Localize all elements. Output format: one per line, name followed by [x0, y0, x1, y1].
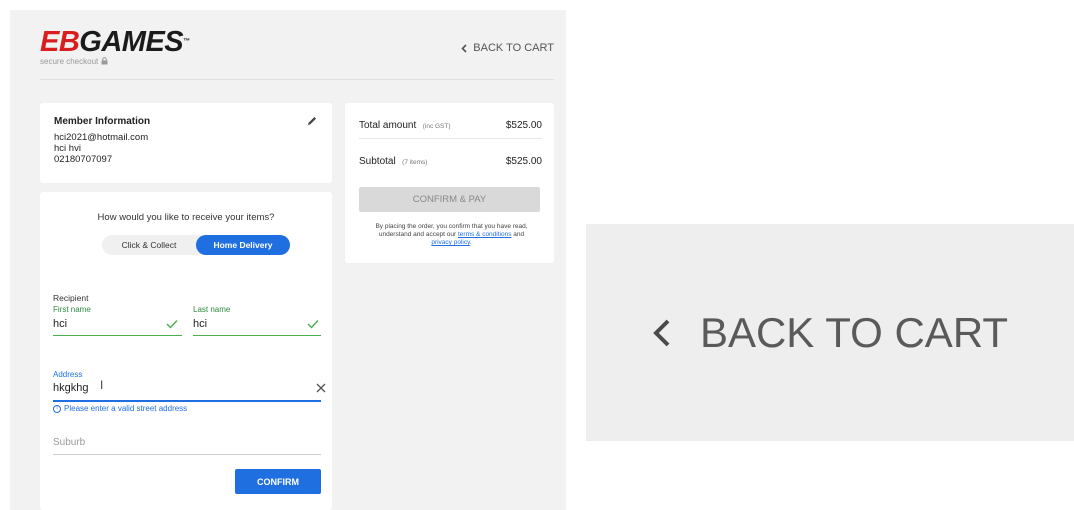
address-field[interactable]: hkgkhg: [53, 382, 88, 394]
address-error-text: Please enter a valid street address: [64, 404, 188, 413]
member-email: hci2021@hotmail.com: [54, 132, 149, 143]
terms-and-conditions-link[interactable]: terms & conditions: [458, 231, 511, 238]
subtotal-label: Subtotal: [359, 156, 396, 167]
logo-tm: ™: [183, 38, 190, 45]
first-name-underline: [53, 335, 182, 336]
click-and-collect-option[interactable]: Click & Collect: [102, 235, 196, 255]
last-name-underline: [193, 335, 321, 336]
total-amount-label: Total amount: [359, 120, 417, 131]
zoomed-back-to-cart-label: BACK TO CART: [699, 308, 1009, 356]
zoomed-back-to-cart-inset: BACK TO CART: [586, 224, 1074, 441]
member-information-title: Member Information: [54, 116, 151, 127]
home-delivery-option[interactable]: Home Delivery: [196, 235, 290, 255]
logo-eb: EB: [40, 26, 80, 58]
chevron-left-icon: [653, 319, 670, 346]
first-name-field[interactable]: hci: [53, 318, 67, 330]
first-name-label: First name: [53, 305, 91, 314]
last-name-label: Last name: [193, 305, 231, 314]
suburb-underline: [53, 454, 321, 455]
suburb-field[interactable]: Suburb: [53, 437, 85, 448]
summary-divider: [359, 138, 542, 139]
delivery-form-card: How would you like to receive your items…: [40, 192, 332, 510]
privacy-policy-link[interactable]: privacy policy: [431, 239, 470, 246]
back-to-cart-label: BACK TO CART: [473, 42, 554, 54]
logo-games: GAMES: [79, 26, 184, 58]
info-icon: i: [53, 404, 61, 413]
member-phone: 02180707097: [54, 154, 113, 165]
eb-games-logo[interactable]: EBGAMES™: [40, 27, 190, 57]
secure-checkout-label: secure checkout: [40, 57, 108, 66]
order-summary-card: Total amount (inc GST) $525.00 Subtotal …: [345, 103, 554, 263]
address-underline: [53, 400, 321, 402]
total-amount-value: $525.00: [505, 120, 542, 131]
lock-icon: [101, 57, 107, 65]
recipient-heading: Recipient: [53, 293, 89, 303]
first-name-valid-check-icon: [166, 320, 178, 329]
address-error-message: i Please enter a valid street address: [53, 404, 187, 413]
back-to-cart-link[interactable]: BACK TO CART: [461, 42, 554, 54]
member-name: hci hvi: [54, 143, 81, 154]
subtotal-note: (7 items): [402, 159, 428, 166]
total-amount-row: Total amount (inc GST) $525.00: [359, 115, 542, 133]
chevron-left-icon: [461, 43, 467, 53]
delivery-method-toggle: Click & Collect Home Delivery: [102, 235, 290, 255]
confirm-and-pay-button[interactable]: CONFIRM & PAY: [359, 187, 540, 212]
total-amount-note: (inc GST): [422, 123, 451, 130]
zoomed-back-to-cart-link[interactable]: BACK TO CART: [652, 309, 1008, 357]
header-divider: [40, 79, 554, 80]
address-label: Address: [53, 370, 83, 379]
member-information-card: Member Information hci2021@hotmail.com h…: [40, 103, 332, 183]
legal-notice: By placing the order, you confirm that y…: [375, 223, 528, 246]
confirm-button[interactable]: CONFIRM: [235, 469, 321, 494]
subtotal-row: Subtotal (7 items) $525.00: [359, 151, 542, 169]
text-cursor-icon: I: [100, 378, 104, 392]
clear-address-icon[interactable]: [315, 382, 327, 394]
subtotal-value: $525.00: [505, 156, 542, 167]
member-details: hci2021@hotmail.com hci hvi 02180707097: [54, 132, 148, 165]
edit-pencil-icon[interactable]: [306, 115, 318, 127]
last-name-field[interactable]: hci: [193, 318, 207, 330]
checkout-screenshot: EBGAMES™ secure checkout BACK TO CART Me…: [10, 10, 566, 510]
delivery-question: How would you like to receive your items…: [97, 212, 275, 223]
last-name-valid-check-icon: [307, 320, 319, 329]
